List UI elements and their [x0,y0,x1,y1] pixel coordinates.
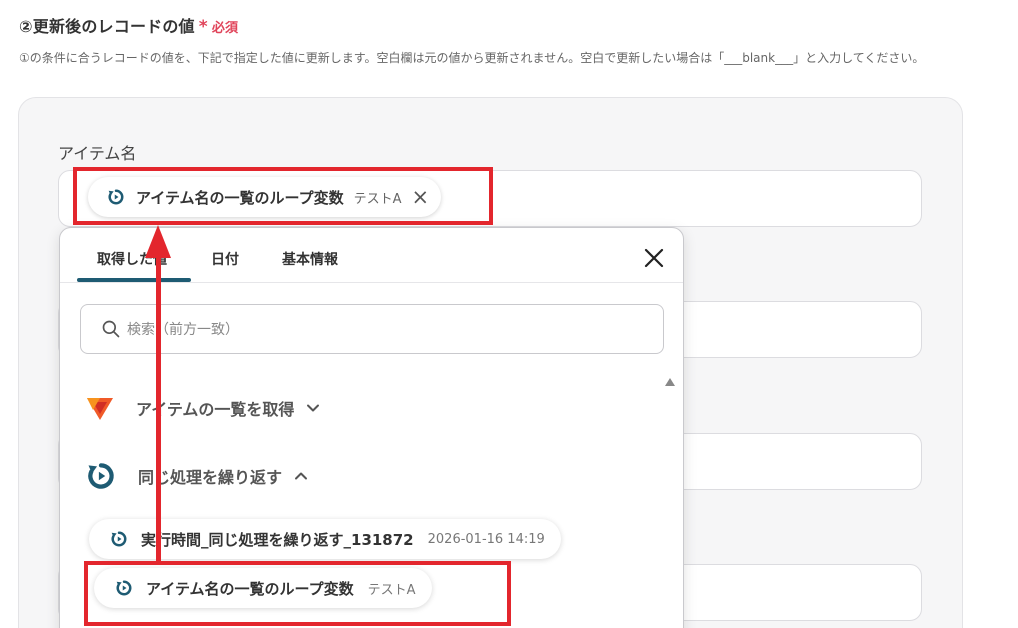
section-description: ①の条件に合うレコードの値を、下記で指定した値に更新します。空白欄は元の値から更… [19,51,925,65]
required-asterisk: * [198,17,208,37]
close-icon[interactable] [642,246,666,270]
active-tab-indicator [77,278,191,282]
tab-date[interactable]: 日付 [211,249,239,269]
required-label: 必須 [211,21,239,36]
search-icon [102,320,120,338]
annotation-highlight-box [84,561,511,626]
tab-basic-info[interactable]: 基本情報 [282,249,338,269]
loop-icon [111,531,127,547]
list-item-label: 実行時間_同じ処理を繰り返す_131872 [141,530,414,549]
annotation-highlight-box [73,167,493,225]
app-logo-icon [87,398,113,420]
chevron-up-icon [295,472,308,480]
search-input[interactable]: 検索（前方一致） [80,304,664,354]
annotation-arrow-head [145,225,171,258]
section-title: ②更新後のレコードの値 * 必須 [19,13,238,37]
list-item-value: 2026-01-16 14:19 [427,531,545,547]
section-title-text: ②更新後のレコードの値 [19,17,195,36]
group-repeat-process[interactable]: 同じ処理を繰り返す [84,459,308,493]
annotation-arrow [156,252,161,564]
loop-icon [88,463,114,489]
group-get-item-list[interactable]: アイテムの一覧を取得 [84,392,320,424]
scroll-up-arrow[interactable] [665,378,675,386]
field-label-item-name: アイテム名 [58,144,137,163]
search-placeholder: 検索（前方一致） [127,322,239,338]
chevron-down-icon [307,404,320,412]
